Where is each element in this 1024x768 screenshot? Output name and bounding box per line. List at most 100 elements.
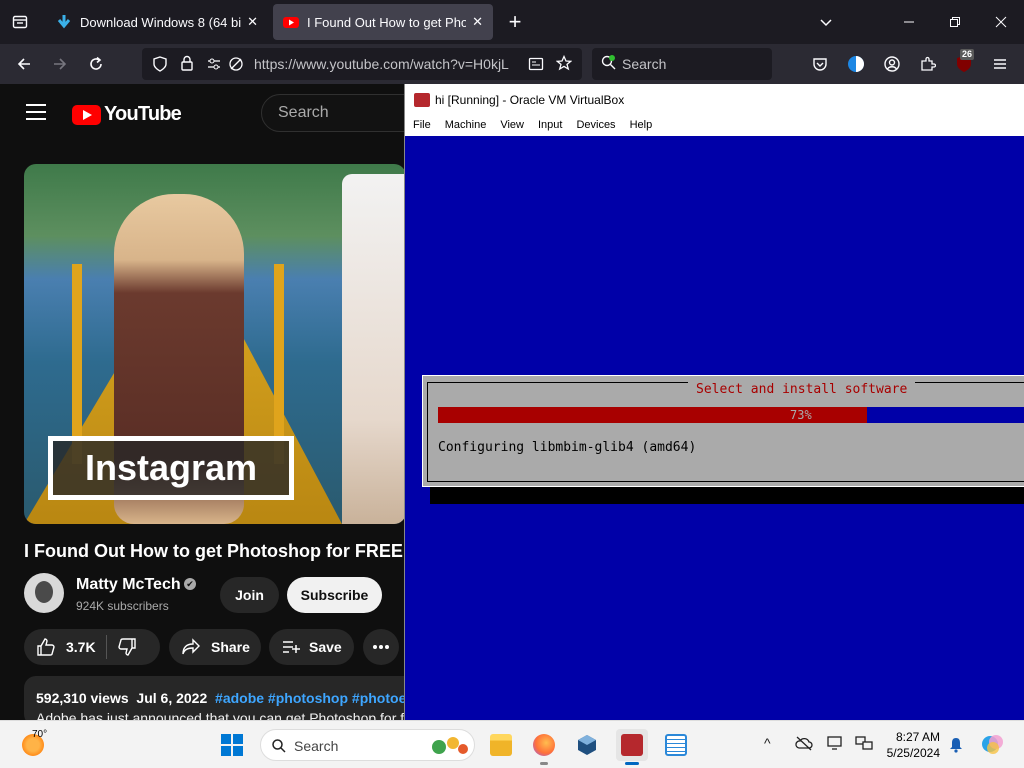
vm-display[interactable]: Select and install software 73% Configur… — [405, 136, 1024, 720]
vm-window-taskbar-icon[interactable] — [616, 729, 648, 765]
like-count: 3.7K — [66, 639, 96, 655]
save-playlist-icon — [283, 641, 300, 653]
guide-menu-icon[interactable] — [26, 104, 46, 125]
tab-download-windows[interactable]: Download Windows 8 (64 bits) | ✕ — [46, 4, 268, 40]
share-arrow-icon — [182, 638, 200, 655]
search-placeholder: Search — [622, 56, 667, 72]
menu-input[interactable]: Input — [530, 116, 562, 136]
more-actions-icon[interactable] — [363, 629, 399, 665]
weather-temperature: 70° — [32, 729, 48, 740]
web-search-box[interactable]: Search — [592, 48, 772, 80]
description-meta: 592,310 views Jul 6, 2022 #adobe #photos… — [36, 690, 406, 706]
thumbnail-caption: Instagram — [48, 436, 294, 500]
close-window-icon[interactable] — [989, 10, 1013, 34]
notification-bell-icon[interactable] — [948, 736, 964, 754]
youtube-logo-text: YouTube — [104, 103, 182, 125]
reload-icon[interactable] — [84, 52, 108, 76]
virtualbox-window: hi [Running] - Oracle VM VirtualBox File… — [404, 84, 1024, 720]
url-text: https://www.youtube.com/watch?v=H0kjL — [254, 56, 509, 72]
installer-dialog: Select and install software 73% Configur… — [422, 375, 1024, 487]
device-screen-icon[interactable] — [827, 735, 845, 751]
permissions-icon[interactable] — [206, 56, 222, 72]
virtualbox-title: hi [Running] - Oracle VM VirtualBox — [435, 93, 625, 107]
system-clock[interactable]: 8:27 AM 5/25/2024 — [884, 729, 940, 761]
youtube-icon — [283, 17, 299, 28]
clock-time: 8:27 AM — [895, 730, 940, 744]
thumbs-up-icon — [37, 638, 55, 656]
dislike-button[interactable] — [117, 637, 137, 657]
address-bar[interactable]: https://www.youtube.com/watch?v=H0kjL — [142, 48, 582, 80]
list-tabs-chevron-icon[interactable] — [814, 10, 838, 34]
dialog-frame: Select and install software — [427, 382, 1024, 482]
share-button[interactable]: Share — [169, 629, 261, 665]
account-icon[interactable] — [880, 52, 904, 76]
search-highlight-icon — [432, 737, 468, 754]
install-status-text: Configuring libmbim-glib4 (amd64) — [438, 440, 697, 455]
subscriber-count: 924K subscribers — [76, 599, 169, 613]
video-title: I Found Out How to get Photoshop for FRE… — [24, 541, 403, 561]
forward-arrow-icon[interactable] — [48, 52, 72, 76]
firefox-taskbar-icon[interactable] — [528, 729, 560, 765]
file-explorer-icon[interactable] — [485, 729, 517, 761]
description-text: Adobe has just announced that you can ge… — [36, 710, 405, 720]
like-button[interactable]: 3.7K — [24, 637, 96, 657]
taskbar-search[interactable]: Search — [260, 729, 475, 761]
menu-file[interactable]: File — [405, 116, 431, 136]
join-button[interactable]: Join — [220, 577, 279, 613]
minimize-icon[interactable] — [897, 10, 921, 34]
browser-nav-bar: https://www.youtube.com/watch?v=H0kjL Se… — [0, 44, 1024, 84]
thumbnail-side-panel — [342, 174, 406, 524]
browser-tab-bar: Download Windows 8 (64 bits) | ✕ I Found… — [0, 0, 1024, 44]
autoplay-blocked-icon[interactable] — [228, 56, 244, 72]
pocket-icon[interactable] — [808, 52, 832, 76]
notepad-icon[interactable] — [660, 729, 692, 761]
firefox-view-icon[interactable] — [8, 10, 32, 34]
active-indicator — [625, 762, 639, 765]
youtube-page: YouTube Search Instagram I Found Out How… — [0, 84, 406, 720]
menu-view[interactable]: View — [492, 116, 524, 136]
channel-avatar[interactable] — [24, 573, 64, 613]
close-icon[interactable]: ✕ — [247, 14, 258, 30]
channel-name[interactable]: Matty McTech — [76, 576, 181, 594]
search-icon — [601, 55, 616, 70]
video-description[interactable]: 592,310 views Jul 6, 2022 #adobe #photos… — [24, 676, 406, 720]
extension-badge-count: 26 — [960, 49, 975, 60]
virtualbox-app-icon — [414, 93, 430, 107]
copilot-icon[interactable] — [980, 732, 1006, 758]
hamburger-menu-icon[interactable] — [988, 52, 1012, 76]
virtualbox-manager-icon[interactable] — [571, 729, 603, 761]
network-icon[interactable] — [855, 735, 873, 751]
install-progress-bar: 73% — [438, 407, 1024, 423]
hashtags[interactable]: #adobe #photoshop #photoedit — [215, 690, 406, 706]
privacy-extension-icon[interactable] — [844, 52, 868, 76]
tab-title: I Found Out How to get Photos — [307, 14, 467, 30]
restore-icon[interactable] — [943, 10, 967, 34]
onedrive-cloud-icon[interactable] — [795, 735, 813, 751]
menu-machine[interactable]: Machine — [437, 116, 487, 136]
like-divider — [105, 635, 107, 659]
new-tab-icon[interactable]: + — [503, 9, 527, 34]
menu-help[interactable]: Help — [622, 116, 653, 136]
tab-youtube-video[interactable]: I Found Out How to get Photos ✕ — [273, 4, 493, 40]
bookmark-star-icon[interactable] — [556, 55, 572, 71]
subscribe-button[interactable]: Subscribe — [287, 577, 382, 613]
show-hidden-icons-chevron-icon[interactable]: ^ — [764, 735, 771, 751]
extensions-puzzle-icon[interactable] — [916, 52, 940, 76]
youtube-logo[interactable]: YouTube — [72, 103, 182, 126]
shield-icon[interactable] — [152, 56, 168, 72]
lock-icon[interactable] — [180, 55, 194, 71]
video-player[interactable]: Instagram — [24, 164, 406, 524]
youtube-search-input[interactable]: Search — [261, 94, 406, 132]
thumbs-down-icon — [117, 638, 136, 656]
virtualbox-titlebar[interactable]: hi [Running] - Oracle VM VirtualBox — [405, 84, 1024, 116]
start-windows-icon[interactable] — [221, 734, 243, 756]
close-icon[interactable]: ✕ — [472, 14, 483, 30]
download-arrow-icon — [57, 15, 71, 29]
thumbnail-rail — [274, 264, 284, 464]
save-button[interactable]: Save — [269, 629, 354, 665]
back-arrow-icon[interactable] — [12, 52, 36, 76]
menu-devices[interactable]: Devices — [568, 116, 615, 136]
windows-taskbar: 70° Search ^ 8:27 AM 5/25/2024 — [0, 720, 1024, 768]
reader-view-icon[interactable] — [528, 56, 544, 72]
youtube-play-icon — [72, 104, 101, 125]
